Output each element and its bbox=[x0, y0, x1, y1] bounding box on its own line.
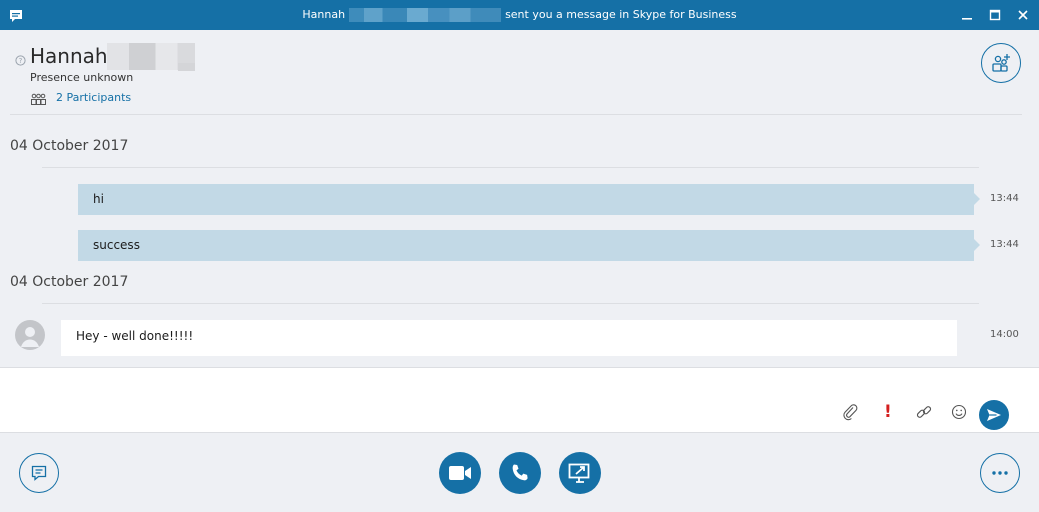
emoticon-button[interactable] bbox=[950, 403, 968, 421]
presence-unknown-icon: ? bbox=[15, 51, 26, 66]
send-button[interactable] bbox=[979, 400, 1009, 430]
video-call-button[interactable] bbox=[439, 452, 481, 494]
link-icon bbox=[915, 403, 933, 421]
title-bar: Hannah sent you a message in Skype for Bu… bbox=[0, 0, 1039, 30]
date-separator-line bbox=[42, 303, 979, 304]
conversation-header: ? Hannah Presence unknown 2 Participants bbox=[0, 30, 1039, 116]
participants-icon bbox=[30, 91, 47, 105]
header-divider bbox=[10, 114, 1022, 115]
window-title-text: sent you a message in Skype for Business bbox=[505, 8, 737, 21]
close-button[interactable] bbox=[1014, 6, 1032, 24]
avatar bbox=[15, 320, 45, 350]
maximize-button[interactable] bbox=[986, 6, 1004, 24]
compose-area: ! bbox=[0, 367, 1039, 433]
redacted-surname-fragment bbox=[178, 63, 195, 71]
presence-status: Presence unknown bbox=[30, 71, 134, 84]
redacted-surname bbox=[349, 8, 502, 22]
window-title: Hannah sent you a message in Skype for Bu… bbox=[0, 8, 1039, 22]
more-options-button[interactable] bbox=[980, 453, 1020, 493]
add-participant-button[interactable] bbox=[981, 43, 1021, 83]
smiley-icon bbox=[950, 403, 968, 421]
minimize-button[interactable] bbox=[958, 6, 976, 24]
message-timestamp: 13:44 bbox=[990, 193, 1019, 204]
im-button[interactable] bbox=[19, 453, 59, 493]
contact-name: Hannah bbox=[30, 44, 108, 68]
audio-call-button[interactable] bbox=[499, 452, 541, 494]
message-timestamp: 13:44 bbox=[990, 239, 1019, 250]
outgoing-message[interactable]: hi bbox=[78, 184, 980, 215]
incoming-message[interactable]: Hey - well done!!!!! bbox=[61, 320, 957, 356]
message-timestamp: 14:00 bbox=[990, 329, 1019, 340]
paperclip-icon bbox=[841, 403, 859, 421]
participants-link[interactable]: 2 Participants bbox=[56, 91, 131, 105]
share-content-button[interactable] bbox=[559, 452, 601, 494]
date-separator: 04 October 2017 bbox=[10, 274, 129, 290]
svg-text:?: ? bbox=[19, 57, 23, 65]
message-input[interactable] bbox=[12, 376, 822, 400]
date-separator: 04 October 2017 bbox=[10, 138, 129, 154]
conversation-toolbar bbox=[0, 433, 1039, 512]
insert-link-button[interactable] bbox=[915, 403, 933, 421]
attach-button[interactable] bbox=[841, 403, 859, 421]
outgoing-message[interactable]: success bbox=[78, 230, 980, 261]
minimize-icon bbox=[958, 6, 976, 24]
maximize-icon bbox=[986, 6, 1004, 24]
close-icon bbox=[1014, 6, 1032, 24]
exclamation-icon[interactable]: ! bbox=[884, 402, 892, 422]
window-title-name: Hannah bbox=[302, 8, 346, 21]
date-separator-line bbox=[42, 167, 979, 168]
